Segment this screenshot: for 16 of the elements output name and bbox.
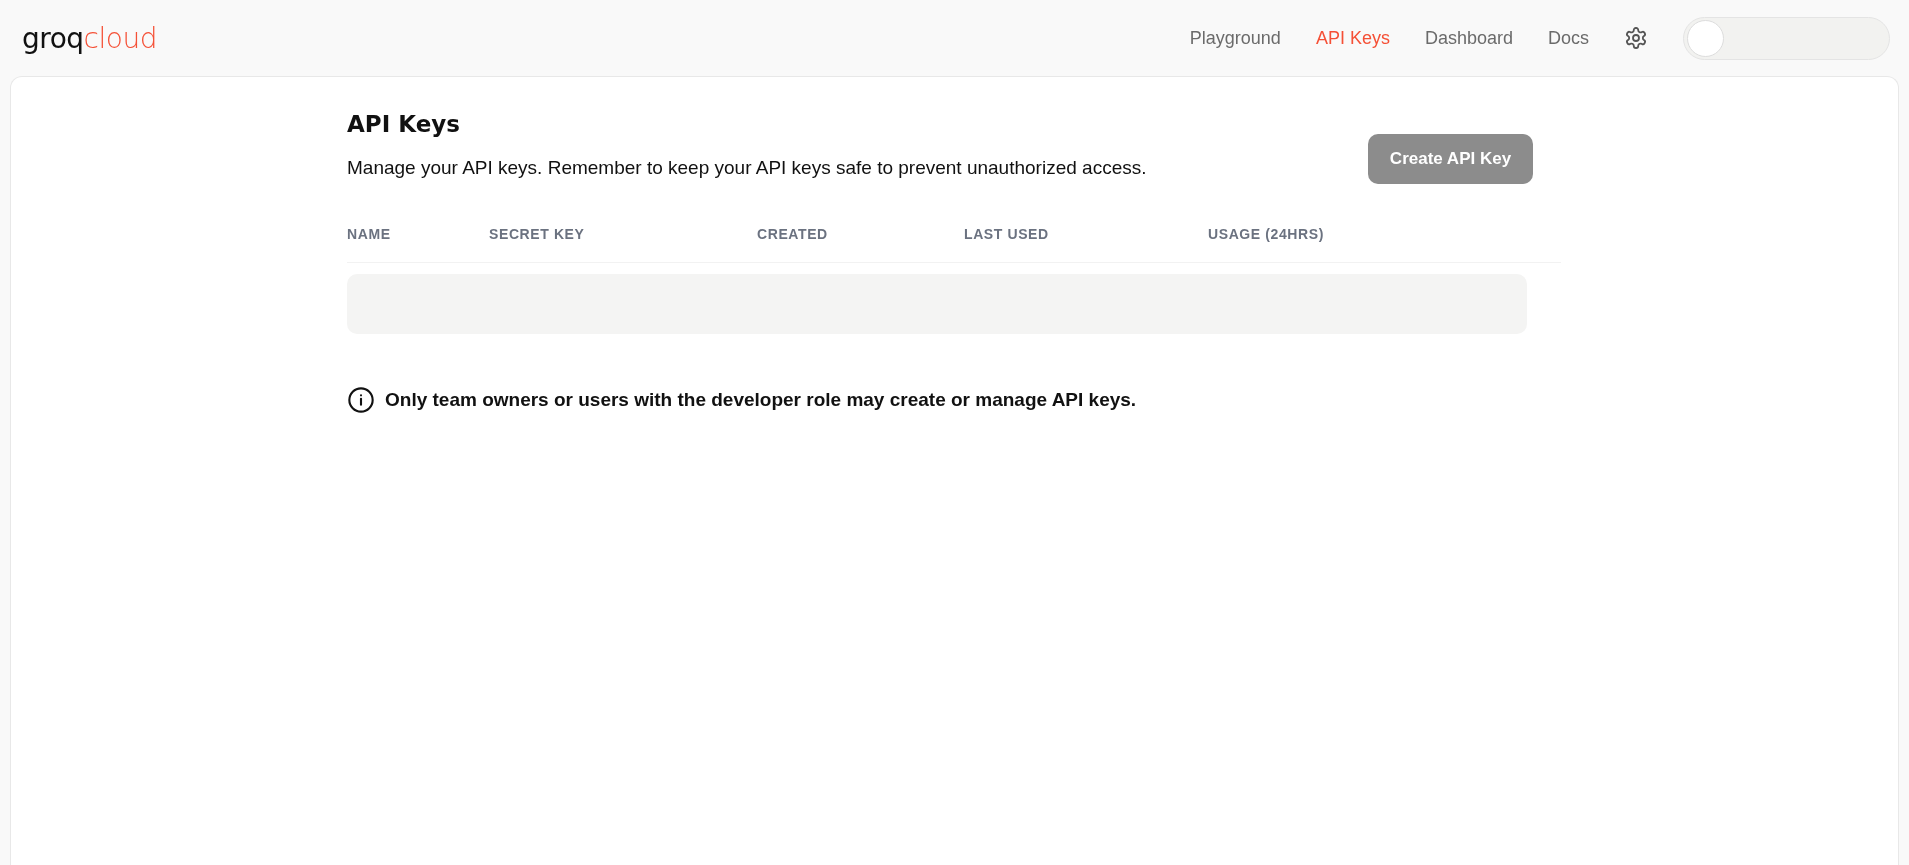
nav-link[interactable]: API Keys xyxy=(1315,27,1390,49)
column-header: SECRET KEY xyxy=(489,226,586,242)
info-icon xyxy=(347,386,375,414)
column-header: LAST USED xyxy=(964,226,1050,242)
nav-link[interactable]: Docs xyxy=(1548,27,1589,49)
permission-notice: Only team owners or users with the developer role may create or manage API keys. xyxy=(385,389,1137,411)
column-header: NAME xyxy=(347,226,392,242)
nav-link[interactable]: Playground xyxy=(1189,27,1281,49)
theme-toggle[interactable] xyxy=(1683,16,1890,60)
page-title: API Keys xyxy=(347,111,461,137)
nav-link[interactable]: Dashboard xyxy=(1424,27,1513,49)
column-header: USAGE (24HRS) xyxy=(1208,226,1325,242)
page-description: Manage your API keys. Remember to keep your API keys safe to prevent unauthorized access. xyxy=(347,157,1147,179)
logo[interactable]: groqcloud xyxy=(22,21,157,55)
settings-icon[interactable] xyxy=(1624,26,1648,50)
column-header: CREATED xyxy=(757,226,829,242)
